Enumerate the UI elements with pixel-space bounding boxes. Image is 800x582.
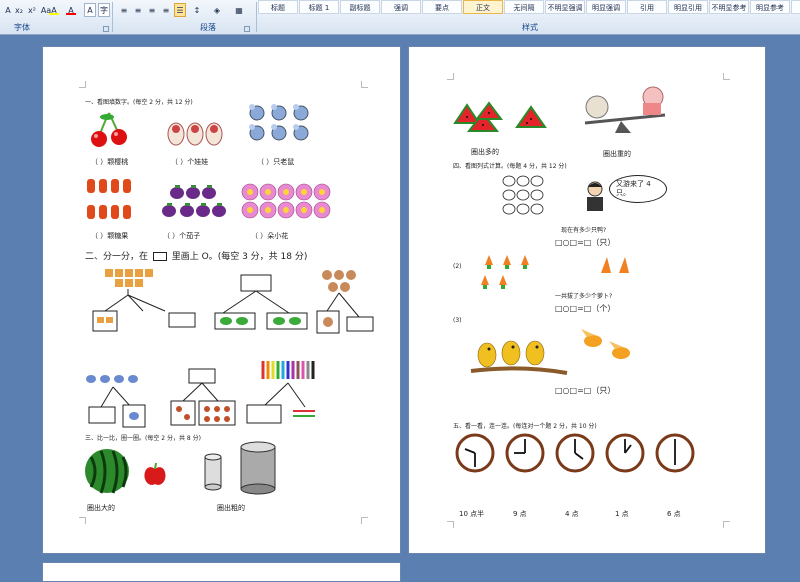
left-page: 一、看图填数字。(每空 2 分，共 12 分) （ ）颗樱桃 （ ）个娃娃 （ … — [42, 46, 401, 554]
q4-3-label: (3) — [453, 317, 462, 324]
q4-1-question: 现在有多少只鸭? — [561, 227, 607, 234]
right-page: 圈出多的 圈出重的 四、看图列式计算。(每题 4 分，共 12 分) 又游来了 … — [408, 46, 766, 554]
style-button[interactable]: 副标题 — [340, 0, 380, 14]
q4-1-formula: □○□=□（只） — [555, 238, 616, 247]
cherries-image — [91, 112, 127, 147]
styles-group-label: 样式 — [522, 23, 538, 32]
dolls-image — [167, 122, 223, 146]
eggplants-image — [162, 185, 226, 217]
label-flowers: （ ）朵小花 — [251, 232, 289, 240]
style-button[interactable]: 书籍 — [791, 0, 800, 14]
align-center-button[interactable]: ≡ — [132, 3, 144, 17]
superscript-button[interactable]: x² — [26, 3, 38, 17]
highlight-button[interactable]: A — [46, 3, 62, 17]
label-circle-more: 圈出多的 — [471, 148, 499, 156]
clock-time-1: 10 点半 — [459, 510, 485, 518]
style-button[interactable]: 不明显强调 — [545, 0, 585, 14]
speech-text: 又游来了 4 只。 — [616, 180, 651, 197]
label-circle-thicker: 圈出粗的 — [217, 504, 245, 512]
split-diagrams — [86, 269, 374, 428]
carrots-image — [481, 255, 529, 289]
style-button[interactable]: 不明显参考 — [709, 0, 749, 14]
watermelon-slices-image — [453, 101, 547, 132]
question-2-suffix: 里画上 O。(每空 3 分，共 18 分) — [171, 252, 308, 262]
distributed-button[interactable]: ☰ — [174, 3, 186, 17]
q4-2-formula: □○□=□（个） — [555, 304, 616, 313]
font-group-label: 字体 — [14, 23, 30, 32]
q4-3-formula: □○□=□（只） — [555, 386, 616, 395]
question-2-prefix: 二、分一分，在 — [85, 252, 149, 262]
label-eggplants: （ ）个茄子 — [163, 232, 201, 240]
carrots-pulled-image — [601, 257, 629, 273]
highlight-color-bar — [49, 13, 59, 15]
font-color-button[interactable]: A — [63, 3, 79, 17]
clocks-image — [455, 433, 695, 473]
line-spacing-button[interactable]: ↕ — [190, 3, 204, 17]
label-mice: （ ）只老鼠 — [257, 158, 295, 166]
style-button[interactable]: 标题 1 — [299, 0, 339, 14]
label-dolls: （ ）个娃娃 — [171, 158, 209, 166]
box-symbol — [152, 252, 167, 261]
paragraph-group-label: 段落 — [200, 23, 216, 32]
ducks-image — [502, 175, 544, 215]
align-right-button[interactable]: ≡ — [146, 3, 158, 17]
label-candies: （ ）颗糖果 — [91, 232, 129, 240]
style-button[interactable]: 无间隔 — [504, 0, 544, 14]
font-color-bar — [66, 13, 76, 15]
paragraph-dialog-launcher[interactable] — [244, 26, 250, 32]
font-dialog-launcher[interactable] — [103, 26, 109, 32]
question-3-title: 三、比一比，圈一圈。(每空 2 分，共 8 分) — [85, 435, 201, 442]
q4-2-label: (2) — [453, 263, 462, 270]
flying-birds-image — [581, 329, 630, 359]
label-circle-bigger: 圈出大的 — [87, 504, 115, 512]
style-button[interactable]: 明显引用 — [668, 0, 708, 14]
style-button[interactable]: 标题 — [258, 0, 298, 14]
q4-2-question: 一共拔了多少个萝卜? — [555, 293, 613, 300]
apple-image — [144, 462, 166, 485]
thin-cylinder-image — [204, 453, 222, 491]
birds-on-branch-image — [470, 340, 568, 375]
clock-time-5: 6 点 — [667, 510, 681, 518]
question-2-title: 二、分一分，在 里画上 O。(每空 3 分，共 18 分) — [85, 249, 307, 262]
borders-button[interactable]: ▦ — [230, 3, 248, 17]
speech-bubble: 又游来了 4 只。 — [609, 175, 667, 203]
justify-button[interactable]: ≡ — [160, 3, 172, 17]
person-image — [587, 181, 603, 211]
align-left-button[interactable]: ≡ — [118, 3, 130, 17]
shading-button[interactable]: ◈ — [208, 3, 226, 17]
label-circle-heavier: 圈出重的 — [603, 150, 631, 158]
seesaw-image — [584, 86, 666, 133]
style-button[interactable]: 明显参考 — [750, 0, 790, 14]
style-button[interactable]: 要点 — [422, 0, 462, 14]
flowers-image — [241, 183, 331, 219]
next-page — [42, 562, 401, 582]
watermelon-image — [85, 449, 129, 494]
ribbon: A x₂ x² Aa A A A 字 字体 ≡ ≡ ≡ ≡ ☰ ↕ ◈ ▦ 段落… — [0, 0, 800, 35]
subscript-button[interactable]: x₂ — [13, 3, 25, 17]
styles-gallery: 标题 标题 1 副标题 强调 要点 正文 无间隔 不明显强调 明显强调 引用 明显引用 不明显参考 明显… — [258, 0, 800, 14]
thick-cylinder-image — [240, 441, 276, 495]
style-button[interactable]: 强调 — [381, 0, 421, 14]
style-button[interactable]: 引用 — [627, 0, 667, 14]
char-shading-button[interactable]: A — [84, 3, 96, 17]
style-button[interactable]: 明显强调 — [586, 0, 626, 14]
paragraph-group: ≡ ≡ ≡ ≡ ☰ ↕ ◈ ▦ 段落 — [114, 0, 254, 34]
font-group: A x₂ x² Aa A A A 字 字体 — [0, 0, 110, 34]
question-4-title: 四、看图列式计算。(每题 4 分，共 12 分) — [453, 163, 567, 170]
style-button[interactable]: 正文 — [463, 0, 503, 14]
question-5-title: 五、看一看，连一连。(每连对一个题 2 分，共 10 分) — [453, 423, 597, 430]
clock-time-4: 1 点 — [615, 510, 629, 518]
page-gap — [766, 46, 800, 578]
label-cherries: （ ）颗樱桃 — [91, 158, 129, 166]
enclose-char-button[interactable]: 字 — [98, 3, 110, 17]
clock-time-3: 4 点 — [565, 510, 579, 518]
styles-group: 标题 标题 1 副标题 强调 要点 正文 无间隔 不明显强调 明显强调 引用 明显引用 不明显参考 明显… — [258, 0, 800, 34]
clock-time-2: 9 点 — [513, 510, 527, 518]
mice-image — [249, 104, 309, 141]
candies-image — [87, 179, 131, 219]
question-1-title: 一、看图填数字。(每空 2 分，共 12 分) — [85, 99, 193, 106]
